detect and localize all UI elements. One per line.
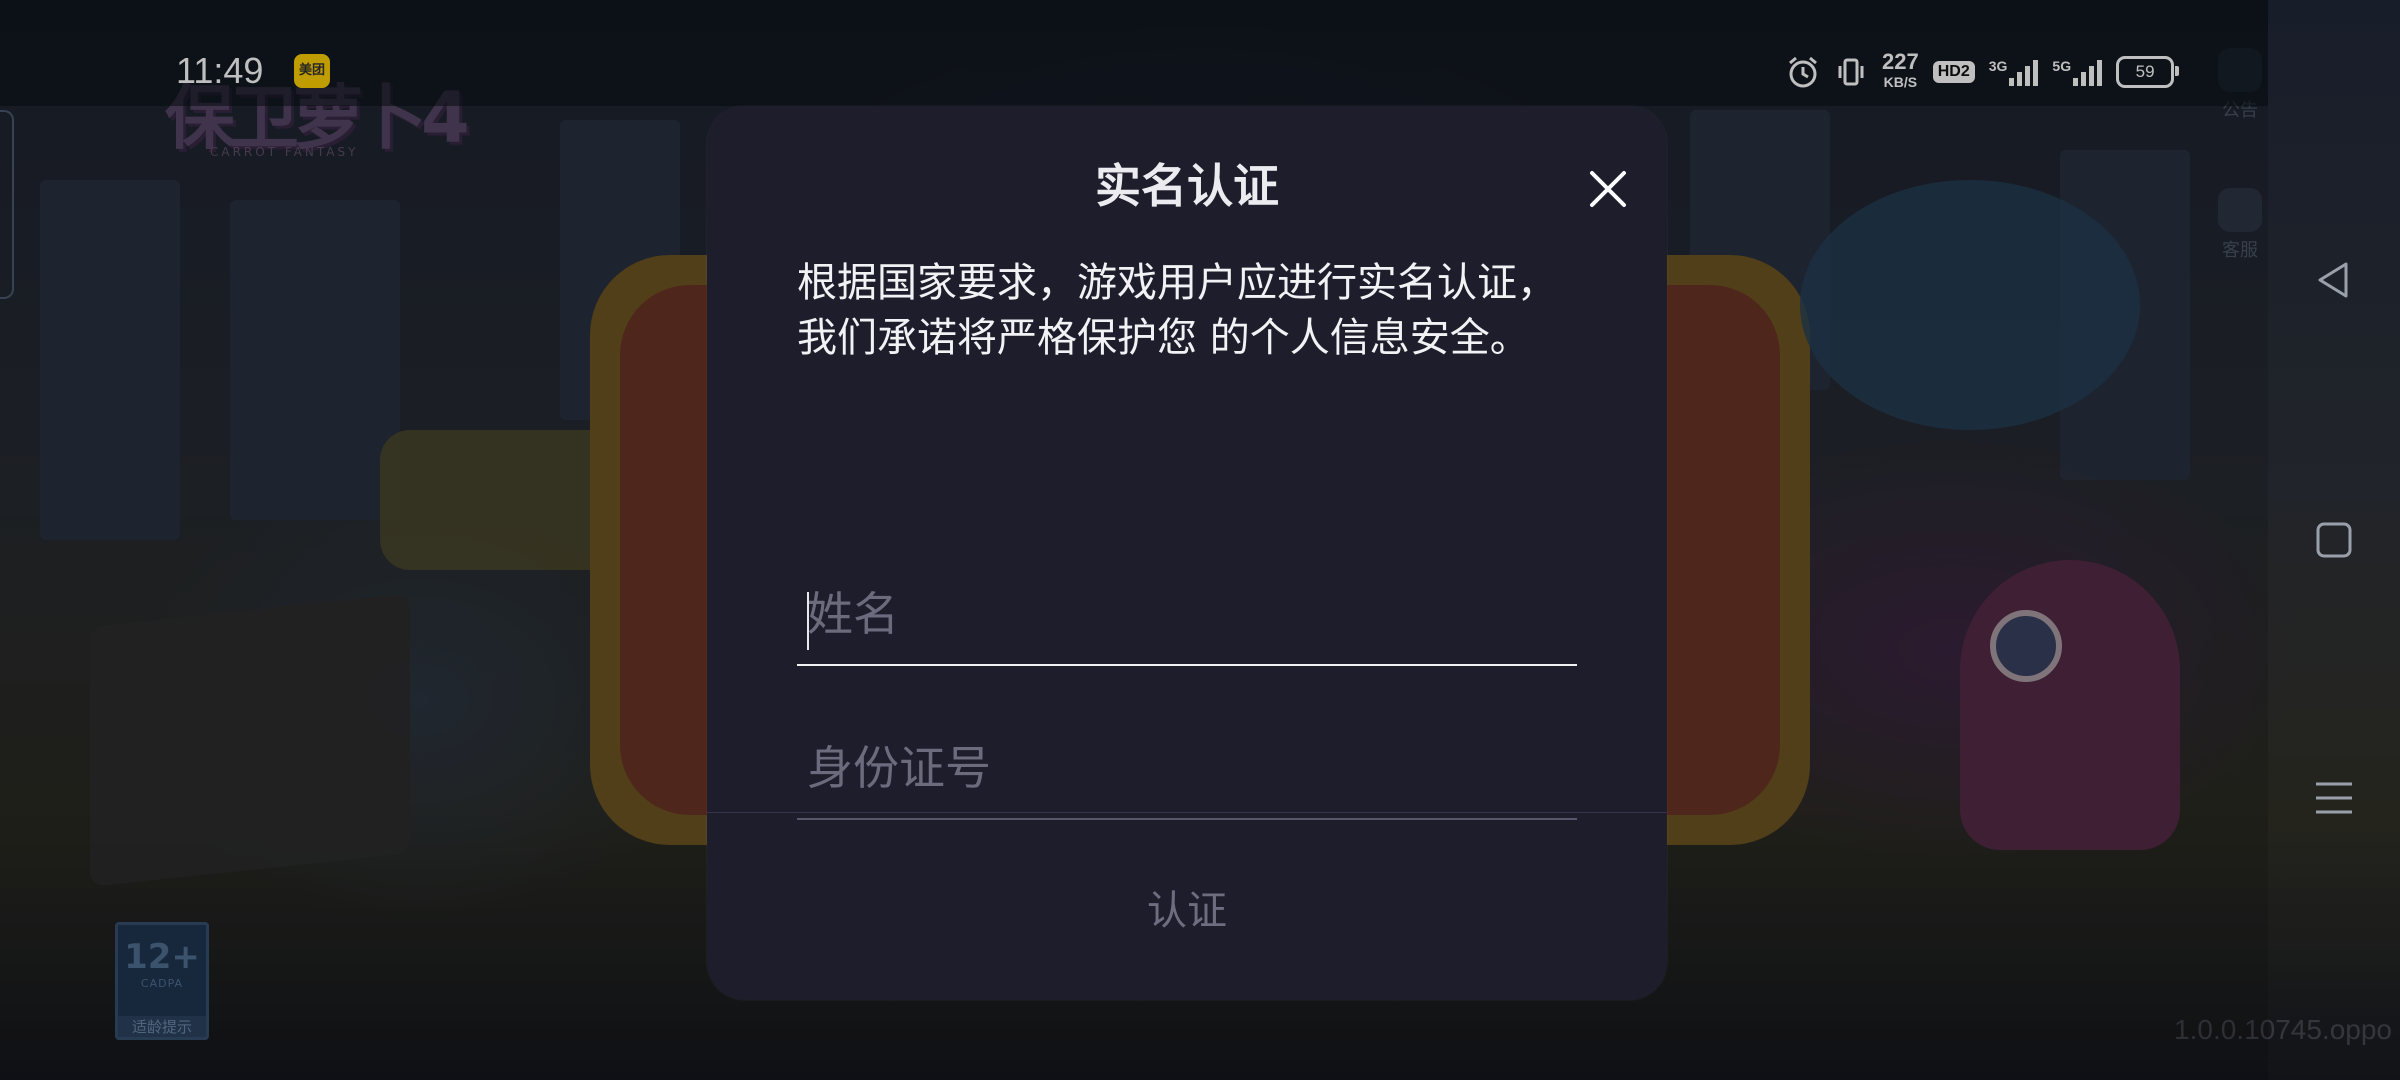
recents-button[interactable] [2308,772,2360,824]
id-number-input[interactable] [797,718,1577,818]
close-button[interactable] [1573,154,1643,224]
id-number-field[interactable] [797,718,1577,820]
dialog-description: 根据国家要求，游戏用户应进行实名认证，我们承诺将严格保护您 的个人信息安全。 [797,260,1557,361]
text-cursor [807,592,809,650]
home-button[interactable] [2308,514,2360,566]
name-field[interactable] [797,564,1577,666]
menu-lines-icon [2316,782,2352,814]
verify-button[interactable]: 认证 [707,813,1667,1000]
home-square-icon [2316,522,2352,558]
real-name-verification-dialog: 实名认证 根据国家要求，游戏用户应进行实名认证，我们承诺将严格保护您 的个人信息… [707,106,1667,1000]
verify-button-label: 认证 [1147,887,1227,934]
close-icon [1590,171,1626,207]
navigation-bar [2268,0,2400,1080]
name-input[interactable] [797,564,1577,664]
back-button[interactable] [2308,254,2360,306]
back-triangle-icon [2318,262,2348,298]
dialog-title: 实名认证 [1095,159,1279,213]
